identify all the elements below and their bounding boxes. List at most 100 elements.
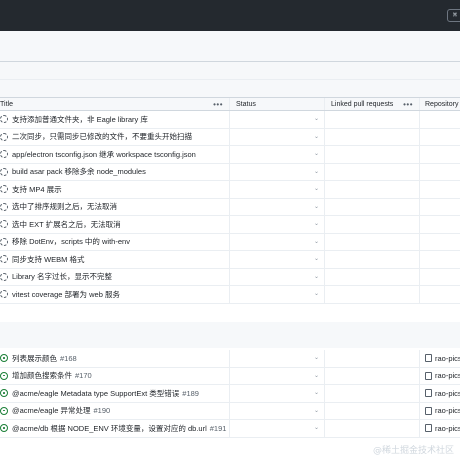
- cell-linked-prs[interactable]: [325, 233, 420, 250]
- repo-name[interactable]: rao-pics/: [435, 424, 460, 433]
- cell-repository[interactable]: rao-pics/: [420, 350, 460, 367]
- column-menu-icon[interactable]: •••: [213, 101, 223, 109]
- repo-name[interactable]: rao-pics/: [435, 406, 460, 415]
- cell-linked-prs[interactable]: [325, 367, 420, 384]
- command-palette-button[interactable]: ⌘: [447, 9, 460, 22]
- table-row[interactable]: 选中了排序规则之后，无法取消 ⌄: [0, 198, 460, 216]
- cell-linked-prs[interactable]: [325, 350, 420, 367]
- item-title[interactable]: app/electron tsconfig.json 继承 workspace …: [12, 149, 196, 160]
- cell-repository[interactable]: [420, 181, 460, 198]
- cell-linked-prs[interactable]: [325, 420, 420, 437]
- table-row[interactable]: 同步支持 WEBM 格式 ⌄: [0, 251, 460, 269]
- table-row[interactable]: 选中 EXT 扩展名之后，无法取消 ⌄: [0, 216, 460, 234]
- cell-repository[interactable]: [420, 251, 460, 268]
- cell-linked-prs[interactable]: [325, 111, 420, 128]
- chevron-down-icon[interactable]: ⌄: [314, 290, 319, 297]
- cell-status[interactable]: ⌄: [230, 163, 325, 180]
- table-row[interactable]: build asar pack 移除多余 node_modules ⌄: [0, 163, 460, 181]
- cell-status[interactable]: ⌄: [230, 251, 325, 268]
- chevron-down-icon[interactable]: ⌄: [314, 115, 319, 122]
- cell-linked-prs[interactable]: [325, 198, 420, 215]
- cell-title[interactable]: 列表展示颜色 #168: [0, 350, 230, 367]
- cell-title[interactable]: 选中 EXT 扩展名之后，无法取消: [0, 216, 230, 233]
- cell-title[interactable]: build asar pack 移除多余 node_modules: [0, 163, 230, 180]
- cell-status[interactable]: ⌄: [230, 286, 325, 303]
- chevron-down-icon[interactable]: ⌄: [314, 238, 319, 245]
- issue-number[interactable]: #191: [210, 424, 227, 433]
- item-title[interactable]: build asar pack 移除多余 node_modules: [12, 166, 146, 177]
- cell-title[interactable]: vitest coverage 部署为 web 服务: [0, 286, 230, 303]
- cell-linked-prs[interactable]: [325, 402, 420, 419]
- cell-title[interactable]: 选中了排序规则之后，无法取消: [0, 198, 230, 215]
- table-row[interactable]: Library 名字过长，显示不完整 ⌄: [0, 268, 460, 286]
- table-row[interactable]: @acme/eagle 异常处理#190 ⌄ rao-pics/: [0, 402, 460, 420]
- table-row[interactable]: @acme/eagle Metadata type SupportExt 类型错…: [0, 385, 460, 403]
- cell-status[interactable]: ⌄: [230, 198, 325, 215]
- cell-title[interactable]: Library 名字过长，显示不完整: [0, 268, 230, 285]
- cell-repository[interactable]: rao-pics/: [420, 385, 460, 402]
- column-header-status[interactable]: Status: [230, 98, 325, 110]
- cell-linked-prs[interactable]: [325, 216, 420, 233]
- table-row[interactable]: @acme/db 根据 NODE_ENV 环境变量，设置对应的 db.url #1…: [0, 420, 460, 438]
- cell-repository[interactable]: [420, 111, 460, 128]
- issue-number[interactable]: #168: [60, 354, 77, 363]
- cell-repository[interactable]: [420, 216, 460, 233]
- cell-status[interactable]: ⌄: [230, 402, 325, 419]
- repo-name[interactable]: rao-pics/: [435, 371, 460, 380]
- issue-number[interactable]: #190: [93, 406, 110, 415]
- cell-status[interactable]: ⌄: [230, 216, 325, 233]
- cell-status[interactable]: ⌄: [230, 128, 325, 145]
- cell-linked-prs[interactable]: [325, 128, 420, 145]
- cell-title[interactable]: 同步支持 WEBM 格式: [0, 251, 230, 268]
- cell-status[interactable]: ⌄: [230, 385, 325, 402]
- cell-status[interactable]: ⌄: [230, 350, 325, 367]
- cell-linked-prs[interactable]: [325, 251, 420, 268]
- repo-name[interactable]: rao-pics/: [435, 354, 460, 363]
- table-row[interactable]: 增加颜色搜索条件#170 ⌄ rao-pics/: [0, 367, 460, 385]
- cell-status[interactable]: ⌄: [230, 233, 325, 250]
- chevron-down-icon[interactable]: ⌄: [314, 168, 319, 175]
- issue-number[interactable]: #189: [182, 389, 199, 398]
- cell-status[interactable]: ⌄: [230, 146, 325, 163]
- chevron-down-icon[interactable]: ⌄: [314, 273, 319, 280]
- cell-status[interactable]: ⌄: [230, 268, 325, 285]
- issue-number[interactable]: #170: [75, 371, 92, 380]
- chevron-down-icon[interactable]: ⌄: [314, 220, 319, 227]
- chevron-down-icon[interactable]: ⌄: [314, 203, 319, 210]
- item-title[interactable]: Library 名字过长，显示不完整: [12, 271, 112, 282]
- cell-title[interactable]: 增加颜色搜索条件 #170: [0, 367, 230, 384]
- cell-title[interactable]: 支持添加普通文件夹，非 Eagle library 库: [0, 111, 230, 128]
- cell-title[interactable]: @acme/db 根据 NODE_ENV 环境变量，设置对应的 db.url #1…: [0, 420, 230, 437]
- item-title[interactable]: 同步支持 WEBM 格式: [12, 254, 85, 265]
- chevron-down-icon[interactable]: ⌄: [314, 424, 319, 431]
- cell-linked-prs[interactable]: [325, 163, 420, 180]
- column-header-linked-prs[interactable]: Linked pull requests •••: [325, 98, 420, 110]
- chevron-down-icon[interactable]: ⌄: [314, 372, 319, 379]
- cell-repository[interactable]: [420, 164, 460, 181]
- column-header-title[interactable]: Title •••: [0, 98, 230, 110]
- cell-title[interactable]: 移除 DotEnv，scripts 中的 with-env: [0, 233, 230, 250]
- table-row[interactable]: app/electron tsconfig.json 继承 workspace …: [0, 146, 460, 164]
- chevron-down-icon[interactable]: ⌄: [314, 407, 319, 414]
- chevron-down-icon[interactable]: ⌄: [314, 133, 319, 140]
- chevron-down-icon[interactable]: ⌄: [314, 185, 319, 192]
- cell-linked-prs[interactable]: [325, 146, 420, 163]
- item-title[interactable]: vitest coverage 部署为 web 服务: [12, 289, 120, 300]
- item-title[interactable]: 选中了排序规则之后，无法取消: [12, 201, 117, 212]
- column-menu-icon[interactable]: •••: [403, 101, 413, 109]
- cell-title[interactable]: app/electron tsconfig.json 继承 workspace …: [0, 146, 230, 163]
- cell-status[interactable]: ⌄: [230, 367, 325, 384]
- cell-repository[interactable]: [420, 199, 460, 216]
- cell-repository[interactable]: rao-pics/: [420, 420, 460, 437]
- repo-name[interactable]: rao-pics/: [435, 389, 460, 398]
- item-title[interactable]: @acme/eagle Metadata type SupportExt 类型错…: [12, 388, 179, 399]
- cell-status[interactable]: ⌄: [230, 181, 325, 198]
- table-row[interactable]: 二次同步，只需同步已修改的文件，不要重头开始扫描 ⌄: [0, 128, 460, 146]
- item-title[interactable]: 选中 EXT 扩展名之后，无法取消: [12, 219, 121, 230]
- cell-repository[interactable]: [420, 286, 460, 303]
- item-title[interactable]: @acme/eagle 异常处理: [12, 405, 90, 416]
- cell-linked-prs[interactable]: [325, 385, 420, 402]
- table-row[interactable]: 支持 MP4 展示 ⌄: [0, 181, 460, 199]
- table-row[interactable]: 移除 DotEnv，scripts 中的 with-env ⌄: [0, 233, 460, 251]
- cell-title[interactable]: @acme/eagle 异常处理 #190: [0, 402, 230, 419]
